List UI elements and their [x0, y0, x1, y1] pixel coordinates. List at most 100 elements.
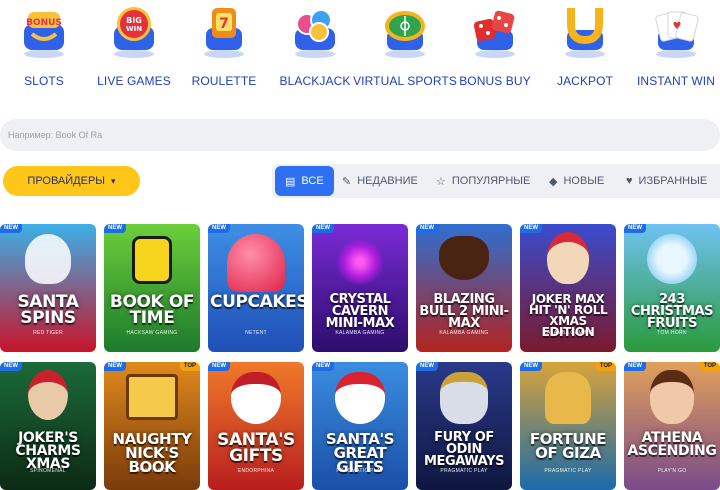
santa-illustration [335, 372, 385, 424]
joker-illustration [547, 232, 589, 284]
new-badge: NEW [520, 362, 542, 371]
casino-lobby: BONUS SLOTS BIG WIN LIVE GAMES 7 ROULETT… [0, 0, 720, 490]
game-tile-santas-gifts[interactable]: SANTA'S GIFTS ENDORPHINA NEW [208, 362, 304, 490]
game-title: FORTUNE OF GIZA [529, 430, 607, 462]
game-provider: PRAGMATIC PLAY [440, 468, 488, 474]
category-slots[interactable]: BONUS SLOTS [4, 0, 84, 100]
svg-text:BONUS: BONUS [26, 18, 62, 28]
providers-label: ПРОВАЙДЕРЫ [27, 175, 106, 187]
tab-label: ИЗБРАННЫЕ [638, 175, 708, 187]
diamond-icon: ◆ [549, 175, 558, 188]
game-provider: RED TIGER [33, 330, 63, 336]
game-provider: PRAGMATIC PLAY [336, 468, 384, 474]
top-badge: TOP [595, 362, 616, 371]
slot-machine-icon: 7 [204, 8, 244, 58]
game-title: CRYSTAL CAVERN MINI-MAX [325, 292, 395, 331]
game-tile-fortune-of-giza[interactable]: FORTUNE OF GIZA PRAGMATIC PLAY NEW TOP [520, 362, 616, 490]
game-tile-blazing-bull-2[interactable]: BLAZING BULL 2 MINI-MAX KALAMBA GAMING N… [416, 224, 512, 352]
tab-recent[interactable]: ✎ НЕДАВНИЕ [342, 166, 418, 196]
new-badge: NEW [312, 224, 334, 233]
cupcake-illustration [227, 234, 285, 292]
game-tile-joker-max[interactable]: JOKER MAX HIT 'N' ROLL XMAS EDITION KALA… [520, 224, 616, 352]
game-tile-athena-ascending[interactable]: ATHENA ASCENDING PLAY'N GO NEW TOP [624, 362, 720, 490]
game-tile-fury-of-odin[interactable]: FURY OF ODIN MEGAWAYS PRAGMATIC PLAY NEW [416, 362, 512, 490]
game-tile-naughty-nicks-book[interactable]: NAUGHTY NICK'S BOOK PLAY'N GO NEW TOP [104, 362, 200, 490]
tab-label: ВСЕ [301, 175, 324, 187]
tab-new[interactable]: ◆ НОВЫЕ [549, 166, 604, 196]
game-title: BLAZING BULL 2 MINI-MAX [419, 292, 509, 331]
heart-icon: ♥ [626, 175, 633, 187]
game-title: 243 CHRISTMAS FRUITS [630, 292, 714, 331]
santa-illustration [25, 234, 71, 284]
game-provider: KALAMBA GAMING [439, 330, 489, 336]
star-icon: ☆ [436, 175, 446, 188]
top-badge: TOP [179, 362, 200, 371]
game-tile-crystal-cavern[interactable]: CRYSTAL CAVERN MINI-MAX KALAMBA GAMING N… [312, 224, 408, 352]
new-badge: NEW [208, 362, 230, 371]
football-field-icon [385, 11, 425, 58]
category-roulette[interactable]: 7 ROULETTE [184, 0, 264, 100]
new-badge: NEW [0, 224, 22, 233]
bull-illustration [439, 236, 489, 280]
game-tile-jokers-charms-xmas[interactable]: JOKER'S CHARMS XMAS SPINOMENAL NEW [0, 362, 96, 490]
filter-tabs: ▤ ВСЕ ✎ НЕДАВНИЕ ☆ ПОПУЛЯРНЫЕ ◆ НОВЫЕ ♥ … [272, 164, 720, 198]
game-provider: PLAY'N GO [137, 468, 167, 474]
game-provider: ENDORPHINA [237, 468, 275, 474]
playing-cards-icon: ♥ [655, 11, 699, 58]
tab-popular[interactable]: ☆ ПОПУЛЯРНЫЕ [436, 166, 530, 196]
recent-icon: ✎ [342, 175, 352, 188]
category-instant-win[interactable]: ♥ INSTANT WIN [636, 0, 716, 100]
game-provider: PRAGMATIC PLAY [544, 468, 592, 474]
category-live-games[interactable]: BIG WIN LIVE GAMES [94, 0, 174, 100]
game-tile-243-christmas-fruits[interactable]: 243 CHRISTMAS FRUITS TOM HORN NEW [624, 224, 720, 352]
game-title: BOOK OF TIME [109, 292, 195, 328]
new-badge: NEW [416, 224, 438, 233]
bonus-icon: BONUS [24, 12, 64, 58]
game-tile-cupcakes[interactable]: CUPCAKES NETENT NEW [208, 224, 304, 352]
providers-dropdown-button[interactable]: ПРОВАЙДЕРЫ ▾ [3, 166, 140, 196]
new-badge: NEW [416, 362, 438, 371]
tab-label: НЕДАВНИЕ [357, 175, 418, 187]
svg-text:BIG: BIG [126, 16, 142, 25]
svg-text:♥: ♥ [673, 21, 682, 32]
santa-illustration [231, 372, 281, 424]
game-tile-santas-great-gifts[interactable]: SANTA'S GREAT GIFTS PRAGMATIC PLAY NEW [312, 362, 408, 490]
game-provider: NETENT [245, 330, 267, 336]
list-icon: ▤ [285, 175, 296, 188]
category-blackjack[interactable]: BLACKJACK [275, 0, 355, 100]
tab-label: ПОПУЛЯРНЫЕ [451, 175, 531, 187]
category-jackpot[interactable]: JACKPOT [545, 0, 625, 100]
crystal-orb-illustration [336, 238, 384, 286]
game-provider: PLAY'N GO [657, 468, 687, 474]
category-virtual-sports[interactable]: VIRTUAL SPORTS [353, 0, 457, 100]
game-provider: TOM HORN [657, 330, 687, 336]
category-bonus-buy[interactable]: BONUS BUY [455, 0, 535, 100]
search-input[interactable] [0, 119, 720, 151]
chevron-down-icon: ▾ [111, 175, 116, 186]
new-badge: NEW [208, 224, 230, 233]
game-provider: HACKSAW GAMING [126, 330, 178, 336]
svg-text:WIN: WIN [126, 25, 142, 33]
game-provider: KALAMBA GAMING [335, 330, 385, 336]
game-tile-book-of-time[interactable]: BOOK OF TIME HACKSAW GAMING NEW [104, 224, 200, 352]
poker-chips-icon [295, 9, 335, 58]
book-character-illustration [132, 236, 172, 284]
tab-favorites[interactable]: ♥ ИЗБРАННЫЕ [626, 166, 707, 196]
athena-illustration [650, 370, 694, 424]
joker-illustration [28, 370, 68, 420]
search-bar [0, 119, 720, 151]
svg-text:7: 7 [219, 16, 229, 32]
game-title: FURY OF ODIN MEGAWAYS [423, 430, 505, 469]
game-title: ATHENA ASCENDING [627, 430, 717, 459]
new-badge: NEW [104, 362, 126, 371]
top-badge: TOP [699, 362, 720, 371]
new-badge: NEW [0, 362, 22, 371]
game-tile-santa-spins[interactable]: SANTA SPINS RED TIGER NEW [0, 224, 96, 352]
category-label: INSTANT WIN [637, 74, 715, 88]
game-title: SANTA SPINS [17, 292, 79, 328]
game-provider: KALAMBA GAMING [543, 330, 593, 336]
odin-illustration [440, 372, 488, 424]
snow-globe-illustration [647, 234, 697, 284]
dice-icon [473, 10, 515, 58]
tab-all[interactable]: ▤ ВСЕ [275, 166, 334, 196]
